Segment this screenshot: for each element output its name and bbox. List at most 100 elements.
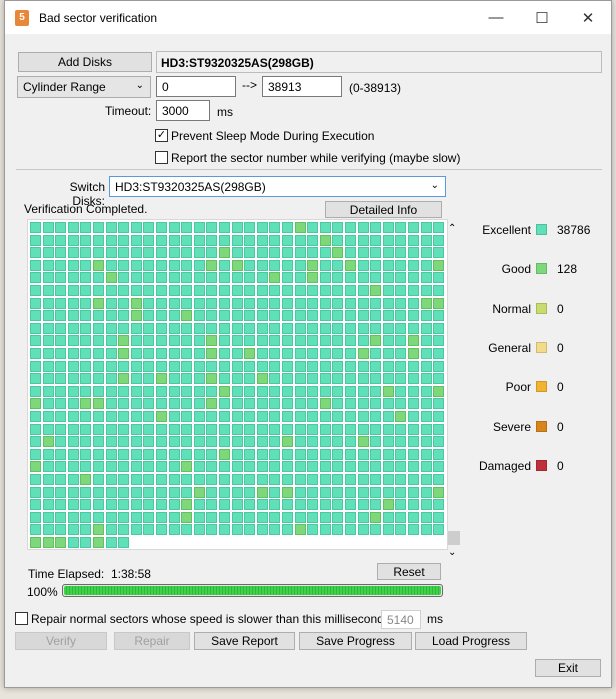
sector-cell-excellent bbox=[231, 499, 243, 511]
sector-cell-excellent bbox=[193, 272, 205, 284]
sector-cell-excellent bbox=[408, 310, 419, 322]
sector-cell-excellent bbox=[294, 310, 306, 322]
sector-cell-good bbox=[345, 259, 356, 271]
sector-cell-excellent bbox=[219, 411, 230, 422]
sector-cell-excellent bbox=[357, 524, 369, 536]
scrollbar-thumb[interactable] bbox=[448, 531, 460, 545]
sector-cell-excellent bbox=[319, 511, 331, 523]
sector-cell-excellent bbox=[319, 322, 331, 334]
sector-cell-excellent bbox=[370, 461, 382, 473]
timeout-unit: ms bbox=[217, 105, 233, 119]
sector-cell-excellent bbox=[118, 537, 130, 548]
sector-cell-excellent bbox=[307, 348, 319, 359]
sector-cell-excellent bbox=[168, 360, 180, 372]
sector-cell-excellent bbox=[408, 524, 419, 536]
save-progress-button[interactable]: Save Progress bbox=[299, 632, 412, 650]
add-disks-button[interactable]: Add Disks bbox=[18, 52, 152, 72]
scroll-down-icon[interactable]: ⌄ bbox=[448, 547, 456, 558]
sector-cell-excellent bbox=[219, 499, 230, 511]
sector-cell-excellent bbox=[256, 259, 268, 271]
sector-cell-excellent bbox=[244, 272, 256, 284]
sector-cell-excellent bbox=[382, 486, 394, 498]
sector-cell-good bbox=[206, 398, 218, 410]
legend-severe: Severe 0 bbox=[443, 420, 613, 434]
save-report-button[interactable]: Save Report bbox=[194, 632, 295, 650]
sector-cell-excellent bbox=[332, 411, 344, 422]
sector-cell-excellent bbox=[269, 486, 281, 498]
switch-disks-select[interactable]: HD3:ST9320325AS(298GB) ⌄ bbox=[109, 176, 446, 197]
sector-cell-excellent bbox=[181, 411, 193, 422]
timeout-input[interactable]: 3000 bbox=[156, 100, 210, 121]
exit-button[interactable]: Exit bbox=[535, 659, 601, 677]
sector-cell-excellent bbox=[395, 310, 407, 322]
sector-cell-excellent bbox=[55, 436, 67, 448]
sector-cell-excellent bbox=[42, 234, 54, 246]
sector-cell-excellent bbox=[395, 486, 407, 498]
sector-cell-excellent bbox=[319, 499, 331, 511]
detailed-info-button[interactable]: Detailed Info bbox=[325, 201, 442, 218]
sector-cell-good bbox=[118, 335, 130, 347]
sector-cell-excellent bbox=[269, 448, 281, 460]
load-progress-button[interactable]: Load Progress bbox=[415, 632, 527, 650]
sector-cell-excellent bbox=[231, 411, 243, 422]
sector-cell-excellent bbox=[269, 499, 281, 511]
sector-cell-excellent bbox=[219, 222, 230, 233]
repair-ms-input[interactable]: 5140 bbox=[381, 610, 421, 629]
bad-sector-dialog: 5 Bad sector verification — ☐ ✕ Add Disk… bbox=[4, 0, 612, 688]
sector-cell-excellent bbox=[370, 436, 382, 448]
range-mode-select[interactable]: Cylinder Range ⌄ bbox=[17, 76, 151, 98]
sector-cell-excellent bbox=[130, 234, 142, 246]
legend-swatch bbox=[536, 263, 547, 275]
minimize-button[interactable]: — bbox=[473, 1, 519, 34]
sector-cell-excellent bbox=[420, 348, 432, 359]
legend-count: 0 bbox=[557, 458, 564, 473]
sector-cell-excellent bbox=[282, 448, 293, 460]
sector-cell-excellent bbox=[357, 448, 369, 460]
sector-cell-excellent bbox=[269, 524, 281, 536]
sector-cell-excellent bbox=[105, 524, 117, 536]
sector-cell-excellent bbox=[382, 348, 394, 359]
sector-cell-excellent bbox=[370, 310, 382, 322]
sector-cell-excellent bbox=[80, 537, 92, 548]
repair-button[interactable]: Repair bbox=[114, 632, 190, 650]
sector-cell-excellent bbox=[30, 247, 41, 259]
sector-cell-excellent bbox=[118, 222, 130, 233]
reset-button[interactable]: Reset bbox=[377, 563, 441, 580]
sector-cell-excellent bbox=[55, 247, 67, 259]
sector-cell-excellent bbox=[105, 360, 117, 372]
sector-cell-excellent bbox=[80, 461, 92, 473]
prevent-sleep-checkbox[interactable]: ✓ bbox=[155, 129, 168, 142]
sector-cell-excellent bbox=[206, 222, 218, 233]
sector-cell-excellent bbox=[345, 373, 356, 385]
sector-cell-excellent bbox=[294, 499, 306, 511]
sector-cell-good bbox=[30, 398, 41, 410]
sector-cell-excellent bbox=[256, 474, 268, 485]
range-from-input[interactable]: 0 bbox=[156, 76, 236, 97]
legend-count: 0 bbox=[557, 380, 564, 395]
sector-cell-excellent bbox=[433, 285, 445, 296]
sector-cell-excellent bbox=[332, 423, 344, 435]
report-sector-checkbox[interactable] bbox=[155, 151, 168, 164]
maximize-button[interactable]: ☐ bbox=[519, 1, 565, 34]
range-to-input[interactable]: 38913 bbox=[262, 76, 342, 97]
verify-button[interactable]: Verify bbox=[15, 632, 107, 650]
sector-cell-excellent bbox=[219, 423, 230, 435]
sector-cell-excellent bbox=[395, 436, 407, 448]
sector-cell-excellent bbox=[307, 385, 319, 397]
sector-cell-excellent bbox=[219, 272, 230, 284]
sector-cell-excellent bbox=[156, 511, 167, 523]
sector-cell-excellent bbox=[118, 499, 130, 511]
repair-checkbox[interactable] bbox=[15, 612, 28, 625]
legend-count: 38786 bbox=[557, 223, 591, 237]
sector-cell-excellent bbox=[80, 272, 92, 284]
sector-cell-excellent bbox=[143, 511, 155, 523]
sector-cell-excellent bbox=[30, 348, 41, 359]
sector-cell-excellent bbox=[307, 499, 319, 511]
sector-cell-excellent bbox=[256, 448, 268, 460]
sector-cell-excellent bbox=[319, 259, 331, 271]
sector-cell-excellent bbox=[80, 259, 92, 271]
sector-cell-excellent bbox=[67, 335, 79, 347]
close-button[interactable]: ✕ bbox=[565, 1, 611, 34]
sector-cell-excellent bbox=[357, 373, 369, 385]
sector-cell-excellent bbox=[67, 259, 79, 271]
